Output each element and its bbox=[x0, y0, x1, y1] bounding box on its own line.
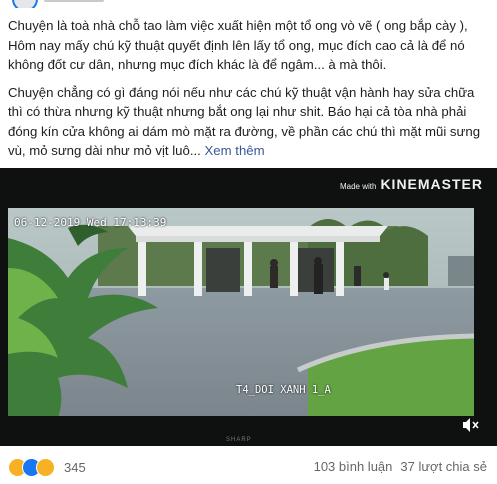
post-paragraph-2: Chuyện chẳng có gì đáng nói nếu như các … bbox=[8, 83, 486, 161]
cctv-timestamp: 06-12-2019 Wed 17:13:39 bbox=[14, 216, 167, 229]
kinemaster-watermark: Made with KINEMASTER bbox=[340, 176, 483, 192]
share-count[interactable]: 37 lượt chia sẻ bbox=[400, 459, 487, 474]
monitor-brand-logo: SHARP bbox=[226, 437, 252, 443]
post-body: Chuyện là toà nhà chỗ tao làm việc xuất … bbox=[8, 16, 486, 169]
author-name-fragment[interactable] bbox=[44, 0, 104, 2]
post-paragraph-1: Chuyện là toà nhà chỗ tao làm việc xuất … bbox=[8, 18, 468, 72]
cctv-camera-label: T4_DOI XANH 1_A bbox=[236, 384, 331, 396]
watermark-brand: KINEMASTER bbox=[380, 176, 483, 192]
volume-muted-icon[interactable] bbox=[461, 416, 479, 434]
reaction-icons bbox=[8, 458, 55, 477]
comment-count[interactable]: 103 bình luận bbox=[314, 459, 393, 474]
post-header-fragment bbox=[0, 0, 497, 8]
watermark-made-with: Made with bbox=[339, 182, 377, 191]
post-stats: 103 bình luận 37 lượt chia sẻ bbox=[314, 459, 487, 474]
see-more-link[interactable]: Xem thêm bbox=[205, 143, 265, 158]
video-player[interactable]: Made with KINEMASTER 06-12-2019 Wed 17:1… bbox=[0, 168, 497, 446]
reaction-summary[interactable]: 345 bbox=[8, 458, 86, 477]
reaction-count[interactable]: 345 bbox=[64, 460, 86, 475]
avatar[interactable] bbox=[12, 0, 38, 8]
cctv-footage: 06-12-2019 Wed 17:13:39 T4_DOI XANH 1_A bbox=[8, 208, 474, 416]
sad-reaction-icon bbox=[36, 458, 55, 477]
